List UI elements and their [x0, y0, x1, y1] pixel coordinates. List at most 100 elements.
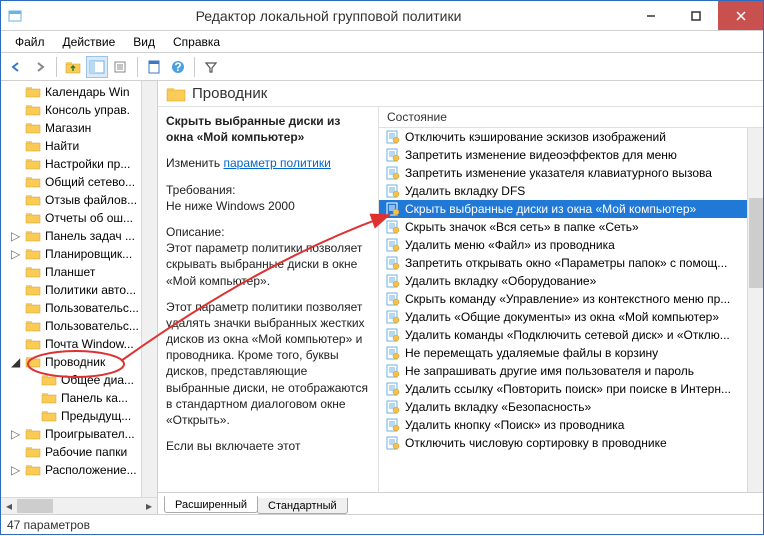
tree-item[interactable]: Общий сетево... [1, 173, 157, 191]
tree-item[interactable]: Пользовательс... [1, 299, 157, 317]
tree-item[interactable]: Настройки пр... [1, 155, 157, 173]
folder-icon [41, 374, 57, 386]
tree-item[interactable]: ▷Расположение... [1, 461, 157, 479]
back-button[interactable] [5, 56, 27, 78]
tree-item-label: Пользовательс... [45, 301, 139, 315]
list-vscrollbar[interactable] [747, 128, 763, 492]
tree-item-label: Консоль управ. [45, 103, 130, 117]
forward-button[interactable] [29, 56, 51, 78]
list-item-label: Скрыть команду «Управление» из контекстн… [405, 292, 730, 306]
list-item[interactable]: Скрыть выбранные диски из окна «Мой комп… [379, 200, 763, 218]
list-item[interactable]: Скрыть значок «Вся сеть» в папке «Сеть» [379, 218, 763, 236]
tree-panel: Календарь Win Консоль управ. Магазин Найти Н… [1, 81, 158, 514]
main-content: Календарь Win Консоль управ. Магазин Найти Н… [1, 81, 763, 514]
list-item[interactable]: Удалить меню «Файл» из проводника [379, 236, 763, 254]
tree-item[interactable]: ▷Планировщик... [1, 245, 157, 263]
list-item-label: Не запрашивать другие имя пользователя и… [405, 364, 694, 378]
list-item[interactable]: Удалить вкладку DFS [379, 182, 763, 200]
properties-button[interactable] [143, 56, 165, 78]
description-panel: Скрыть выбранные диски из окна «Мой комп… [158, 107, 378, 492]
folder-icon [25, 248, 41, 260]
close-button[interactable] [718, 1, 763, 30]
tree-item[interactable]: ▷Проигрывател... [1, 425, 157, 443]
tree-item[interactable]: Календарь Win [1, 83, 157, 101]
tree-item[interactable]: Консоль управ. [1, 101, 157, 119]
list-item[interactable]: Отключить кэширование эскизов изображени… [379, 128, 763, 146]
toolbar: ? [1, 53, 763, 81]
edit-label: Изменить [166, 156, 220, 170]
list-item[interactable]: Скрыть команду «Управление» из контекстн… [379, 290, 763, 308]
list-item[interactable]: Запретить открывать окно «Параметры папо… [379, 254, 763, 272]
list-item[interactable]: Отключить числовую сортировку в проводни… [379, 434, 763, 452]
view-tabs: Расширенный Стандартный [158, 492, 763, 514]
maximize-button[interactable] [673, 1, 718, 30]
tree-item[interactable]: Отзыв файлов... [1, 191, 157, 209]
list-item[interactable]: Удалить вкладку «Оборудование» [379, 272, 763, 290]
export-list-button[interactable] [110, 56, 132, 78]
list-item[interactable]: Удалить ссылку «Повторить поиск» при пои… [379, 380, 763, 398]
tree-item[interactable]: Отчеты об ош... [1, 209, 157, 227]
menu-file[interactable]: Файл [7, 33, 53, 51]
folder-icon [25, 338, 41, 350]
app-window: Редактор локальной групповой политики Фа… [0, 0, 764, 535]
filter-button[interactable] [200, 56, 222, 78]
folder-icon [25, 446, 41, 458]
description-text-2: Этот параметр политики позволяет удалять… [166, 299, 370, 429]
policy-icon [385, 219, 401, 235]
tree-item-label: Планшет [45, 265, 95, 279]
folder-icon [25, 266, 41, 278]
tree-hscrollbar[interactable]: ◂▸ [1, 497, 157, 514]
menu-action[interactable]: Действие [55, 33, 124, 51]
svg-text:?: ? [174, 60, 181, 74]
tab-standard[interactable]: Стандартный [257, 498, 348, 514]
requirements-label: Требования: [166, 182, 370, 198]
tree-item-label: Предыдущ... [61, 409, 131, 423]
policy-list-panel: Состояние Отключить кэширование эскизов … [378, 107, 763, 492]
tree-item[interactable]: Почта Window... [1, 335, 157, 353]
tree-item[interactable]: Политики авто... [1, 281, 157, 299]
menu-view[interactable]: Вид [125, 33, 163, 51]
show-hide-tree-button[interactable] [86, 56, 108, 78]
list-item-label: Удалить кнопку «Поиск» из проводника [405, 418, 624, 432]
tree-item[interactable]: Общее диа... [1, 371, 157, 389]
list-item[interactable]: Удалить команды «Подключить сетевой диск… [379, 326, 763, 344]
tree-item[interactable]: Магазин [1, 119, 157, 137]
list-item[interactable]: Запретить изменение указателя клавиатурн… [379, 164, 763, 182]
list-item-label: Запретить изменение видеоэффектов для ме… [405, 148, 677, 162]
list-column-state[interactable]: Состояние [379, 107, 763, 128]
list-item[interactable]: Не запрашивать другие имя пользователя и… [379, 362, 763, 380]
edit-policy-link[interactable]: параметр политики [223, 156, 330, 170]
tree-item-label: Панель задач ... [45, 229, 135, 243]
tree-item-label: Найти [45, 139, 79, 153]
policy-icon [385, 363, 401, 379]
tree-item[interactable]: Пользовательс... [1, 317, 157, 335]
tree-item[interactable]: ◢Проводник [1, 353, 157, 371]
tree-item[interactable]: Предыдущ... [1, 407, 157, 425]
tab-extended[interactable]: Расширенный [164, 496, 258, 513]
tree-item-label: Рабочие папки [45, 445, 127, 459]
tree-item[interactable]: Планшет [1, 263, 157, 281]
list-item[interactable]: Удалить «Общие документы» из окна «Мой к… [379, 308, 763, 326]
policy-icon [385, 381, 401, 397]
tree-item[interactable]: ▷Панель задач ... [1, 227, 157, 245]
minimize-button[interactable] [628, 1, 673, 30]
list-item[interactable]: Удалить вкладку «Безопасность» [379, 398, 763, 416]
tree-item[interactable]: Рабочие папки [1, 443, 157, 461]
folder-icon [25, 104, 41, 116]
policy-icon [385, 237, 401, 253]
tree-vscrollbar[interactable] [141, 81, 157, 497]
list-item-label: Скрыть значок «Вся сеть» в папке «Сеть» [405, 220, 639, 234]
up-button[interactable] [62, 56, 84, 78]
folder-icon [25, 230, 41, 242]
menu-help[interactable]: Справка [165, 33, 228, 51]
help-button[interactable]: ? [167, 56, 189, 78]
tree-item[interactable]: Панель ка... [1, 389, 157, 407]
folder-icon [25, 428, 41, 440]
list-item[interactable]: Удалить кнопку «Поиск» из проводника [379, 416, 763, 434]
list-item[interactable]: Не перемещать удаляемые файлы в корзину [379, 344, 763, 362]
tree-item[interactable]: Найти [1, 137, 157, 155]
folder-icon [25, 356, 41, 368]
tree-item-label: Календарь Win [45, 85, 130, 99]
list-item-label: Удалить вкладку «Безопасность» [405, 400, 591, 414]
list-item[interactable]: Запретить изменение видеоэффектов для ме… [379, 146, 763, 164]
